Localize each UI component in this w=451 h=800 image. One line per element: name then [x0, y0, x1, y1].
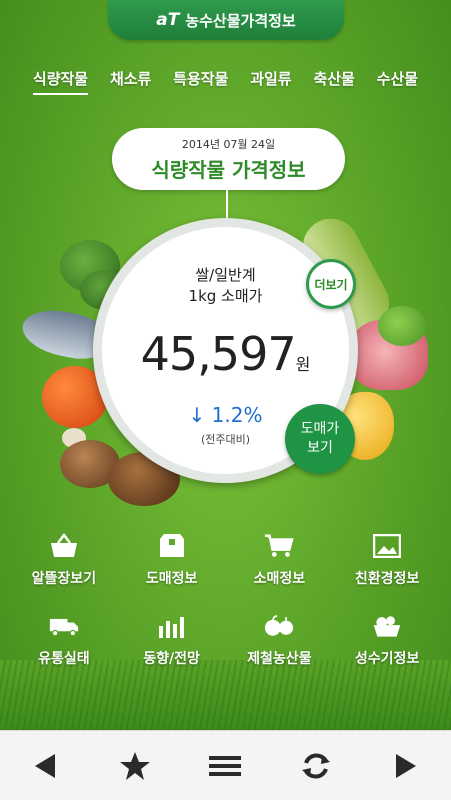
tab-special-crops[interactable]: 특용작물: [173, 68, 228, 95]
truck-icon: [49, 612, 79, 640]
star-icon: [120, 751, 151, 780]
price-display: 45,597원: [102, 327, 349, 381]
refresh-icon: [301, 753, 330, 778]
summary-date: 2014년 07월 24일: [181, 138, 276, 151]
grass-background: [0, 660, 451, 730]
date-bubble: 2014년 07월 24일 식량작물 가격정보: [112, 128, 345, 190]
basket-icon: [49, 532, 79, 560]
app-title: 농수산물가격정보: [185, 11, 296, 30]
box-icon: [157, 532, 187, 560]
summary-title: 식량작물 가격정보: [151, 158, 306, 182]
shortcut-grid: 알뜰장보기 도매정보 소매정보 친환경정보 유통실태 동향/전망 제철농산물 성…: [0, 532, 451, 668]
bar-chart-icon: [157, 612, 187, 640]
category-tabs: 식량작물 채소류 특용작물 과일류 축산물 수산물: [0, 68, 451, 95]
tab-food-crops[interactable]: 식량작물: [32, 68, 89, 95]
shortcut-seasonal-produce[interactable]: 제철농산물: [226, 612, 334, 668]
shortcut-wholesale-info[interactable]: 도매정보: [118, 532, 226, 588]
lettuce-image: [378, 306, 426, 346]
back-arrow-icon: [35, 753, 56, 778]
cart-icon: [264, 532, 295, 560]
shortcut-retail-info[interactable]: 소매정보: [226, 532, 334, 588]
shortcut-eco-info[interactable]: 친환경정보: [333, 532, 441, 588]
shortcut-trends[interactable]: 동향/전망: [118, 612, 226, 668]
wholesale-label-2: 보기: [307, 440, 333, 456]
tab-seafood[interactable]: 수산물: [377, 68, 418, 95]
at-logo: aT: [156, 10, 180, 30]
forward-arrow-icon: [395, 753, 416, 778]
tab-livestock[interactable]: 축산물: [313, 68, 354, 95]
price-unit: 원: [295, 355, 311, 374]
app-header: aT 농수산물가격정보: [108, 0, 344, 40]
favorites-button[interactable]: [115, 746, 155, 786]
wholesale-label-1: 도매가: [300, 421, 340, 437]
refresh-button[interactable]: [296, 746, 336, 786]
landscape-icon: [372, 532, 402, 560]
shortcut-peak-season[interactable]: 성수기정보: [333, 612, 441, 668]
produce-basket-icon: [372, 612, 402, 640]
fruit-icon: [264, 612, 294, 640]
back-button[interactable]: [25, 746, 65, 786]
forward-button[interactable]: [386, 746, 426, 786]
wholesale-price-button[interactable]: 도매가 보기: [285, 404, 355, 474]
down-arrow-icon: ↓: [188, 403, 206, 427]
shortcut-smart-shopping[interactable]: 알뜰장보기: [10, 532, 118, 588]
tab-fruits[interactable]: 과일류: [250, 68, 291, 95]
change-value: 1.2%: [211, 403, 263, 427]
more-button[interactable]: 더보기: [306, 259, 356, 309]
menu-icon: [209, 755, 242, 776]
menu-button[interactable]: [205, 746, 245, 786]
bottom-nav-bar: [0, 730, 451, 800]
price-value: 45,597: [140, 327, 297, 381]
tab-vegetables[interactable]: 채소류: [110, 68, 151, 95]
connector-line: [226, 190, 228, 220]
shortcut-distribution[interactable]: 유통실태: [10, 612, 118, 668]
